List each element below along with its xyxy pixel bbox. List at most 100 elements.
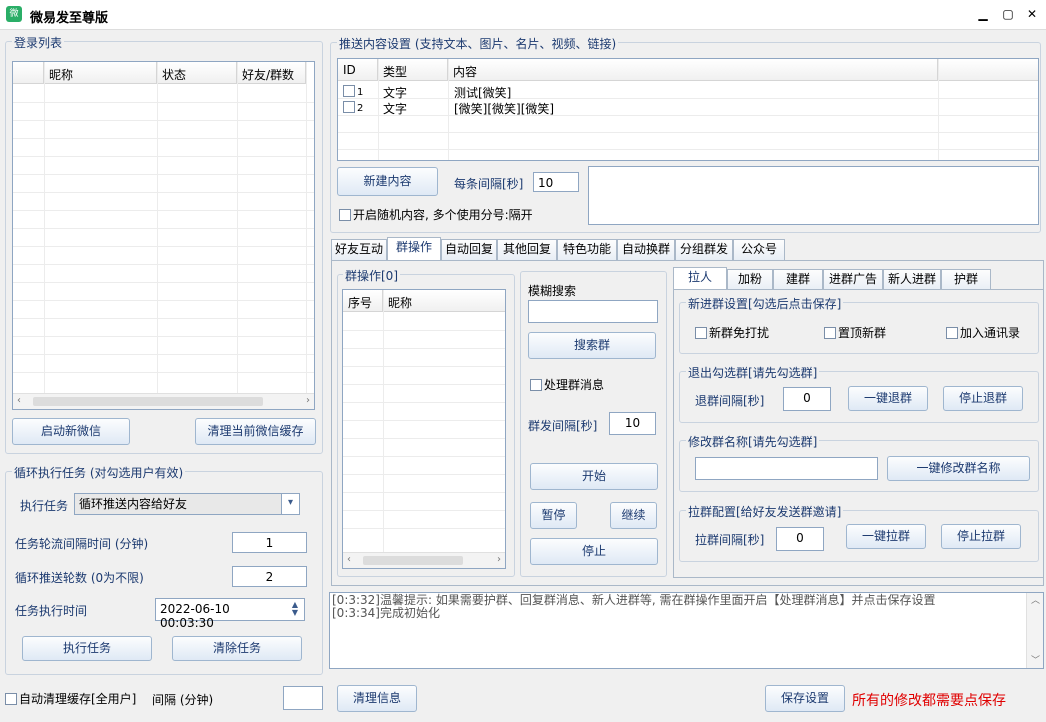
scroll-up-icon[interactable]: ︿ <box>1031 593 1040 606</box>
fuzzy-search-input[interactable] <box>528 300 658 323</box>
scroll-left-icon[interactable]: ‹ <box>347 554 351 565</box>
checkbox-icon[interactable] <box>695 327 707 339</box>
login-table-scrollbar[interactable]: ‹ › <box>13 393 314 409</box>
group-op-legend: 群操作[0] <box>343 267 400 284</box>
quit-interval-input[interactable]: 0 <box>783 387 831 411</box>
quit-all-button[interactable]: 一键退群 <box>848 386 928 411</box>
execute-task-button[interactable]: 执行任务 <box>22 636 152 661</box>
new-content-button[interactable]: 新建内容 <box>337 167 438 196</box>
rounds-input[interactable]: 2 <box>232 566 307 587</box>
close-icon[interactable]: ✕ <box>1024 6 1040 22</box>
loop-task-legend: 循环执行任务 (对勾选用户有效) <box>12 464 186 481</box>
spinner-icon[interactable]: ▲ ▼ <box>288 601 302 618</box>
push-content-table[interactable]: ID 类型 内容 1 文字 测试[微笑] 2 文字 [微笑][微笑][微笑] <box>337 58 1039 161</box>
checkbox-icon[interactable] <box>343 85 355 97</box>
interval-input[interactable]: 1 <box>232 532 307 553</box>
login-list-legend: 登录列表 <box>12 34 65 51</box>
tab-auto-switch-group[interactable]: 自动换群 <box>617 239 675 260</box>
clear-log-button[interactable]: 清理信息 <box>337 685 417 712</box>
clear-task-button[interactable]: 清除任务 <box>172 636 302 661</box>
tab-group-broadcast[interactable]: 分组群发 <box>675 239 733 260</box>
col-index[interactable]: 序号 <box>343 290 383 312</box>
scroll-left-icon[interactable]: ‹ <box>17 395 21 406</box>
each-interval-label: 每条间隔[秒] <box>454 177 524 191</box>
scroll-thumb[interactable] <box>363 556 463 565</box>
tab-other-reply[interactable]: 其他回复 <box>497 239 557 260</box>
col-friend-count[interactable]: 好友/群数 <box>237 62 306 84</box>
clear-cache-button[interactable]: 清理当前微信缓存 <box>195 418 316 445</box>
stop-button[interactable]: 停止 <box>530 538 658 565</box>
pin-new-group-label: 置顶新群 <box>838 326 887 340</box>
rounds-label: 循环推送轮数 (0为不限) <box>15 571 144 585</box>
tab-special-features[interactable]: 特色功能 <box>557 239 617 260</box>
maximize-icon[interactable]: ▢ <box>1000 6 1016 22</box>
col-id[interactable]: ID <box>338 59 378 81</box>
pin-new-group-checkbox[interactable]: 置顶新群 <box>824 324 886 341</box>
tab-group-operation[interactable]: 群操作 <box>387 237 441 260</box>
new-group-name-input[interactable] <box>695 457 878 480</box>
pull-legend: 拉群配置[给好友发送群邀请] <box>686 503 844 520</box>
datetime-input[interactable]: 2022-06-10 00:03:30 ▲ ▼ <box>155 598 305 630</box>
checkbox-icon[interactable] <box>343 101 355 113</box>
checkbox-icon[interactable] <box>530 379 542 391</box>
subtab-newcomer[interactable]: 新人进群 <box>883 269 941 290</box>
tab-friend-interaction[interactable]: 好友互动 <box>331 239 387 260</box>
continue-button[interactable]: 继续 <box>610 502 657 529</box>
subtab-pull[interactable]: 拉人 <box>673 267 727 290</box>
row-content: [微笑][微笑][微笑] <box>454 102 555 116</box>
subtab-create-group[interactable]: 建群 <box>773 269 823 290</box>
stop-pull-button[interactable]: 停止拉群 <box>941 524 1021 549</box>
add-contacts-checkbox[interactable]: 加入通讯录 <box>946 324 1020 341</box>
quit-interval-label: 退群间隔[秒] <box>695 394 765 408</box>
checkbox-icon[interactable] <box>339 209 351 221</box>
scroll-right-icon[interactable]: › <box>306 395 310 406</box>
random-content-checkbox[interactable]: 开启随机内容, 多个使用分号:隔开 <box>339 206 533 223</box>
fuzzy-search-label: 模糊搜索 <box>528 284 577 298</box>
table-row[interactable]: 2 文字 [微笑][微笑][微笑] <box>338 99 1038 116</box>
log-textarea[interactable]: [0:3:32]温馨提示: 如果需要护群、回复群消息、新人进群等, 需在群操作里… <box>329 592 1044 669</box>
auto-clear-checkbox[interactable]: 自动清理缓存[全用户] <box>5 690 136 707</box>
stop-quit-button[interactable]: 停止退群 <box>943 386 1023 411</box>
checkbox-icon[interactable] <box>824 327 836 339</box>
rename-all-button[interactable]: 一键修改群名称 <box>887 456 1030 481</box>
scroll-thumb[interactable] <box>33 397 263 406</box>
col-type[interactable]: 类型 <box>378 59 448 81</box>
scroll-down-icon[interactable]: ﹀ <box>1031 653 1040 666</box>
group-list-scrollbar[interactable]: ‹ › <box>343 552 505 568</box>
login-table[interactable]: 昵称 状态 好友/群数 ‹ › <box>12 61 315 410</box>
checkbox-icon[interactable] <box>5 693 17 705</box>
push-content-legend: 推送内容设置 (支持文本、图片、名片、视频、链接) <box>337 35 619 52</box>
subtab-protect-group[interactable]: 护群 <box>941 269 991 290</box>
log-scrollbar[interactable]: ︿ ﹀ <box>1026 593 1043 668</box>
pull-all-button[interactable]: 一键拉群 <box>846 524 926 549</box>
tab-official-account[interactable]: 公众号 <box>733 239 785 260</box>
search-group-button[interactable]: 搜索群 <box>528 332 656 359</box>
row-type: 文字 <box>383 102 408 116</box>
save-settings-button[interactable]: 保存设置 <box>765 685 845 712</box>
start-button[interactable]: 开始 <box>530 463 658 490</box>
each-interval-input[interactable]: 10 <box>533 172 579 192</box>
chevron-down-icon[interactable]: ▾ <box>281 494 299 514</box>
task-select[interactable]: 循环推送内容给好友 ▾ <box>74 493 300 515</box>
table-row[interactable]: 1 文字 测试[微笑] <box>338 83 1038 100</box>
pause-button[interactable]: 暂停 <box>530 502 577 529</box>
process-group-msg-checkbox[interactable]: 处理群消息 <box>530 376 604 393</box>
group-list-table[interactable]: 序号 昵称 ‹ › <box>342 289 506 569</box>
subtab-group-ads[interactable]: 进群广告 <box>823 269 883 290</box>
time-label: 任务执行时间 <box>15 604 88 618</box>
start-new-wechat-button[interactable]: 启动新微信 <box>12 418 130 445</box>
content-preview-textarea[interactable] <box>588 166 1039 225</box>
subtab-add-fans[interactable]: 加粉 <box>727 269 773 290</box>
col-content[interactable]: 内容 <box>448 59 938 81</box>
col-status[interactable]: 状态 <box>157 62 237 84</box>
col-group-nickname[interactable]: 昵称 <box>383 290 505 312</box>
send-interval-input[interactable]: 10 <box>609 412 656 435</box>
minimize-icon[interactable]: ▁ <box>975 6 991 22</box>
clear-interval-input[interactable] <box>283 686 323 710</box>
tab-auto-reply[interactable]: 自动回复 <box>441 239 497 260</box>
checkbox-icon[interactable] <box>946 327 958 339</box>
col-nickname[interactable]: 昵称 <box>44 62 157 84</box>
pull-interval-input[interactable]: 0 <box>776 527 824 551</box>
mute-new-group-checkbox[interactable]: 新群免打扰 <box>695 324 769 341</box>
scroll-right-icon[interactable]: › <box>497 554 501 565</box>
